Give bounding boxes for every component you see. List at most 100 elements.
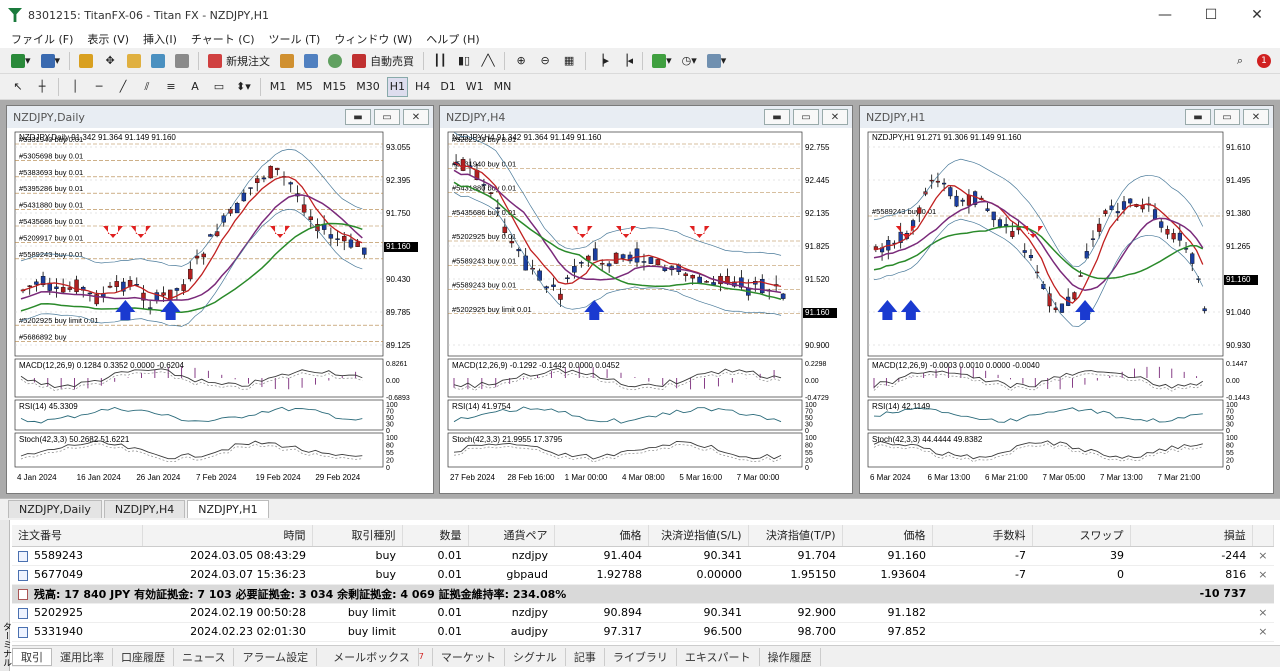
channel-icon[interactable]: ⫽ [137,77,157,97]
tab-alerts[interactable]: アラーム設定 [234,647,318,666]
fibonacci-icon[interactable]: ≡ [161,77,181,97]
col-price[interactable]: 価格 [554,525,649,547]
chart-minimize-button[interactable]: ▬ [345,109,371,125]
table-row[interactable]: 5202925 2024.02.19 00:50:28 buy limit 0.01 n… [12,603,1274,623]
navigator-icon[interactable] [124,51,144,71]
zoom-in-icon[interactable]: ⊕ [511,51,531,71]
tab-news[interactable]: ニュース [174,647,235,666]
period-m30[interactable]: M30 [353,77,383,97]
arrows-icon[interactable]: ⬍▾ [233,77,254,97]
crosshair-icon[interactable]: ┼ [32,77,52,97]
market-watch-icon[interactable] [76,51,96,71]
tab-articles[interactable]: 記事 [566,647,605,666]
col-tp[interactable]: 決済指値(T/P) [748,525,843,547]
chart-maximize-button[interactable]: ▭ [374,109,400,125]
chart-minimize-button[interactable]: ▬ [1185,109,1211,125]
tab-trade[interactable]: 取引 [12,647,52,666]
col-order[interactable]: 注文番号 [12,525,143,547]
maximize-button[interactable]: ☐ [1188,0,1234,30]
chart-window-daily[interactable]: NZDJPY,Daily ▬ ▭ ✕ NZDJPY,Daily 91.342 91.… [6,105,434,494]
close-order-icon[interactable]: × [1252,603,1274,623]
minimize-button[interactable]: — [1142,0,1188,30]
tab-exposure[interactable]: 運用比率 [52,647,113,666]
templates-icon[interactable]: ▾ [704,51,730,71]
col-type[interactable]: 取引種別 [312,525,403,547]
chart-maximize-button[interactable]: ▭ [1214,109,1240,125]
signals-icon[interactable] [301,51,321,71]
menu-view[interactable]: 表示 (V) [80,31,136,47]
menu-file[interactable]: ファイル (F) [4,31,80,47]
chart-canvas[interactable]: NZDJPY,H4 91.342 91.364 91.149 91.16092.… [440,128,852,493]
chart-shift-icon[interactable]: ▕◂ [616,51,636,71]
chart-window-h4[interactable]: NZDJPY,H4 ▬ ▭ ✕ NZDJPY,H4 91.342 91.364 91… [439,105,853,494]
terminal-icon[interactable] [148,51,168,71]
table-row[interactable]: 5589243 2024.03.05 08:43:29 buy 0.01 nzdjpy 9… [12,546,1274,566]
period-mn[interactable]: MN [491,77,515,97]
menu-help[interactable]: ヘルプ (H) [419,31,486,47]
periods-icon[interactable]: ◷▾ [679,51,700,71]
table-row[interactable]: 5331940 2024.02.23 02:01:30 buy limit 0.01 a… [12,622,1274,642]
period-m5[interactable]: M5 [293,77,316,97]
tab-mailbox[interactable]: メールボックス 7 [317,647,433,666]
vertical-line-icon[interactable]: │ [65,77,85,97]
menu-window[interactable]: ウィンドウ (W) [327,31,419,47]
table-row[interactable]: 5677049 2024.03.07 15:36:23 buy 0.01 gbpaud 1… [12,565,1274,585]
profiles-icon[interactable]: ▾ [38,51,64,71]
chart-maximize-button[interactable]: ▭ [793,109,819,125]
new-chart-icon[interactable]: ▾ [8,51,34,71]
col-commission[interactable]: 手数料 [932,525,1033,547]
col-time[interactable]: 時間 [142,525,313,547]
col-symbol[interactable]: 通貨ペア [468,525,555,547]
chart-close-button[interactable]: ✕ [403,109,429,125]
bar-chart-icon[interactable]: ┃┃ [430,51,450,71]
chart-canvas[interactable]: NZDJPY,Daily 91.342 91.364 91.149 91.160… [7,128,433,493]
chart-canvas[interactable]: NZDJPY,H1 91.271 91.306 91.149 91.160 91.… [860,128,1273,493]
vps-icon[interactable] [325,51,345,71]
col-current-price[interactable]: 価格 [842,525,933,547]
cursor-icon[interactable]: ↖ [8,77,28,97]
close-button[interactable]: ✕ [1234,0,1280,30]
horizontal-line-icon[interactable]: ─ [89,77,109,97]
close-order-icon[interactable]: × [1252,565,1274,585]
chart-close-button[interactable]: ✕ [1243,109,1269,125]
col-profit[interactable]: 損益 [1130,525,1253,547]
col-size[interactable]: 数量 [402,525,469,547]
menu-tools[interactable]: ツール (T) [262,31,328,47]
candle-chart-icon[interactable]: ▮▯ [454,51,474,71]
chart-window-h1[interactable]: NZDJPY,H1 ▬ ▭ ✕ NZDJPY,H1 91.271 91.306 91… [859,105,1274,494]
zoom-out-icon[interactable]: ⊖ [535,51,555,71]
tester-icon[interactable] [172,51,192,71]
label-icon[interactable]: ▭ [209,77,229,97]
auto-scroll-icon[interactable]: ▕▸ [592,51,612,71]
tab-library[interactable]: ライブラリ [605,647,677,666]
notifications-icon[interactable]: 1 [1254,51,1274,71]
indicators-icon[interactable]: ▾ [649,51,675,71]
tab-account-history[interactable]: 口座履歴 [113,647,174,666]
tab-nzdjpy-daily[interactable]: NZDJPY,Daily [8,500,102,518]
period-m15[interactable]: M15 [320,77,350,97]
close-order-icon[interactable]: × [1252,622,1274,642]
data-window-icon[interactable]: ✥ [100,51,120,71]
chart-close-button[interactable]: ✕ [822,109,848,125]
period-h1[interactable]: H1 [386,76,409,97]
menu-chart[interactable]: チャート (C) [184,31,262,47]
menu-insert[interactable]: 挿入(I) [136,31,184,47]
auto-trade-button[interactable]: 自動売買 [349,51,417,71]
tab-market[interactable]: マーケット [433,647,505,666]
text-icon[interactable]: A [185,77,205,97]
trendline-icon[interactable]: ╱ [113,77,133,97]
tab-signals[interactable]: シグナル [505,647,566,666]
line-chart-icon[interactable]: ╱╲ [478,51,498,71]
tab-nzdjpy-h4[interactable]: NZDJPY,H4 [103,500,186,518]
chart-minimize-button[interactable]: ▬ [764,109,790,125]
period-m1[interactable]: M1 [267,77,290,97]
search-icon[interactable]: ⌕ [1230,51,1250,71]
metaeditor-icon[interactable] [277,51,297,71]
new-order-button[interactable]: 新規注文 [205,51,273,71]
tab-experts[interactable]: エキスパート [677,647,760,666]
tile-windows-icon[interactable]: ▦ [559,51,579,71]
col-sl[interactable]: 決済逆指値(S/L) [648,525,749,547]
close-order-icon[interactable]: × [1252,546,1274,566]
col-swap[interactable]: スワップ [1032,525,1131,547]
tab-journal[interactable]: 操作履歴 [760,647,821,666]
